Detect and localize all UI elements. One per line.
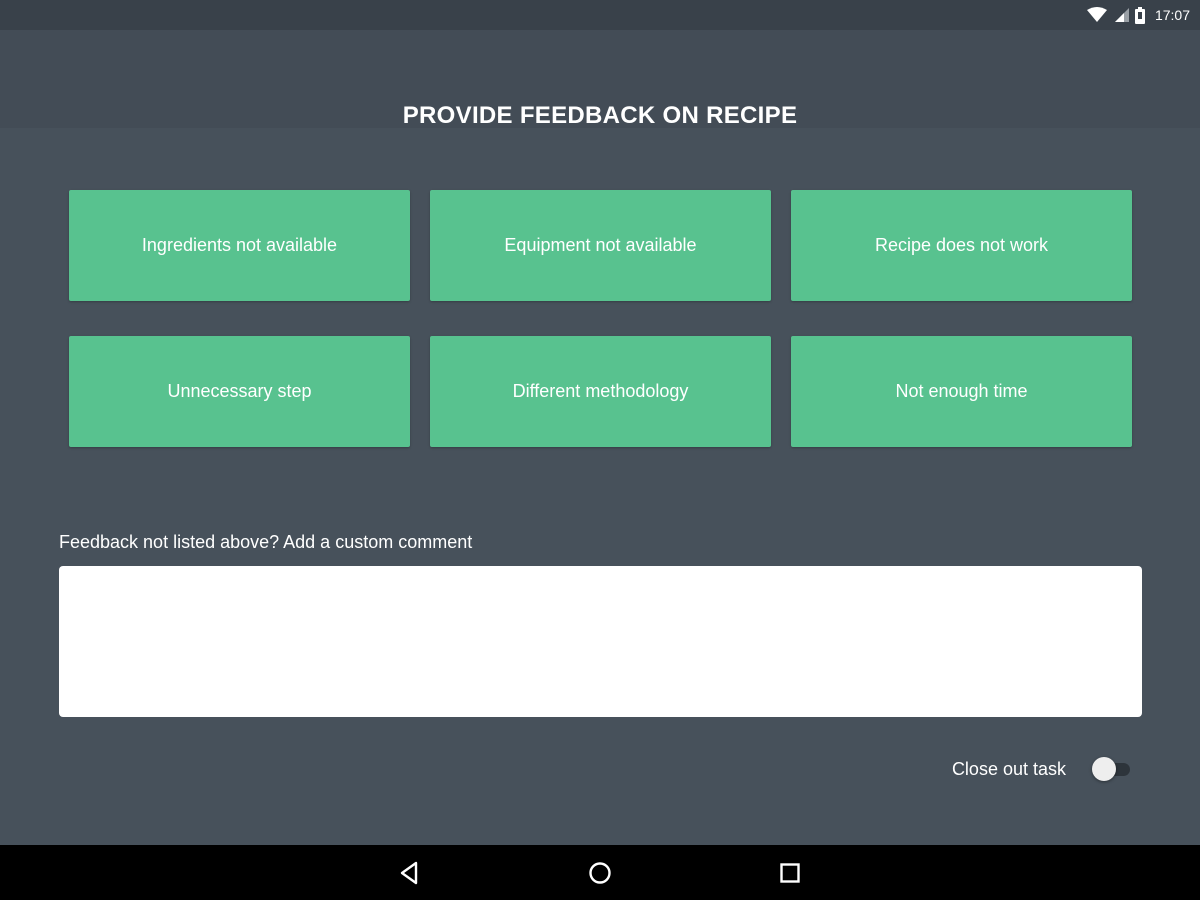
feedback-dialog: PROVIDE FEEDBACK ON RECIPE Ingredients n… bbox=[0, 30, 1200, 845]
home-icon[interactable] bbox=[586, 859, 614, 887]
status-bar: 17:07 bbox=[0, 0, 1200, 30]
recents-icon[interactable] bbox=[776, 859, 804, 887]
feedback-options: Ingredients not available Equipment not … bbox=[69, 190, 1132, 447]
option-different-methodology[interactable]: Different methodology bbox=[430, 336, 771, 447]
close-out-label: Close out task bbox=[951, 758, 1066, 779]
back-icon[interactable] bbox=[396, 859, 424, 887]
option-equipment-not-available[interactable]: Equipment not available bbox=[430, 190, 771, 301]
custom-comment-input[interactable] bbox=[59, 566, 1142, 717]
toggle-thumb bbox=[1092, 757, 1116, 781]
signal-icon bbox=[1113, 7, 1129, 23]
status-time: 17:07 bbox=[1154, 7, 1190, 23]
battery-icon bbox=[1134, 6, 1145, 24]
wifi-icon bbox=[1086, 7, 1107, 23]
navigation-bar bbox=[0, 845, 1200, 900]
dialog-title: PROVIDE FEEDBACK ON RECIPE bbox=[402, 102, 798, 129]
close-out-toggle[interactable] bbox=[1092, 756, 1130, 782]
option-not-enough-time[interactable]: Not enough time bbox=[791, 336, 1132, 447]
option-unnecessary-step[interactable]: Unnecessary step bbox=[69, 336, 410, 447]
close-out-row: Close out task bbox=[952, 756, 1130, 782]
option-recipe-does-not-work[interactable]: Recipe does not work bbox=[791, 190, 1132, 301]
option-ingredients-not-available[interactable]: Ingredients not available bbox=[69, 190, 410, 301]
comment-label: Feedback not listed above? Add a custom … bbox=[59, 532, 473, 552]
